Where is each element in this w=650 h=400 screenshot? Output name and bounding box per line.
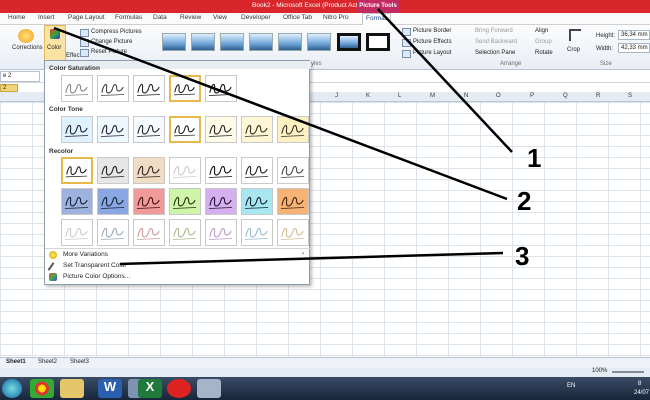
annotation-line-3 — [119, 251, 504, 266]
annotation-line-2 — [53, 26, 508, 201]
annotation-line-1 — [377, 8, 513, 153]
annotation-label-1: 1 — [527, 143, 542, 173]
annotation-label-3: 3 — [515, 241, 530, 271]
annotation-label-2: 2 — [517, 186, 532, 216]
annotation-overlay — [53, 8, 513, 266]
